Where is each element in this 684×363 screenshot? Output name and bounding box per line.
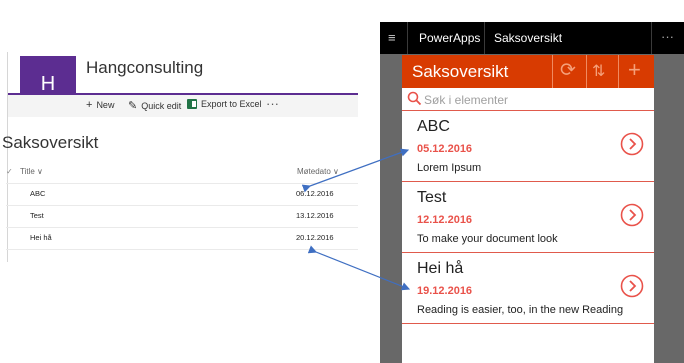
arrow-heiha-date	[307, 245, 411, 291]
annotation-arrows	[301, 148, 411, 291]
screenshot-canvas: H Hangconsulting + New ✎ Quick edit Expo…	[0, 0, 684, 363]
arrow-abc-date	[301, 148, 410, 193]
